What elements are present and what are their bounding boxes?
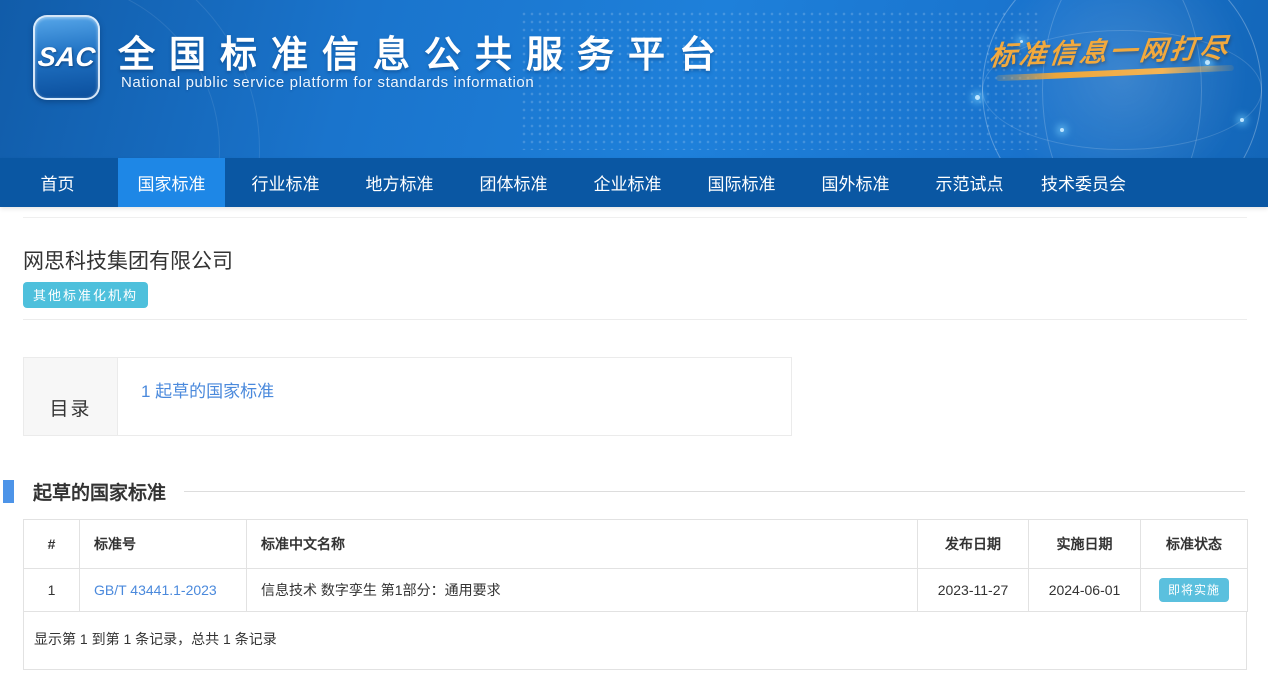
- section-title: 起草的国家标准: [33, 478, 166, 505]
- glow-dot: [975, 95, 980, 100]
- catalog-panel: 目录 1 起草的国家标准: [23, 357, 792, 436]
- col-header-index: #: [24, 520, 80, 569]
- glow-dot: [1060, 128, 1064, 132]
- header-divider: [23, 319, 1247, 320]
- standards-table: # 标准号 标准中文名称 发布日期 实施日期 标准状态 1 GB/T 43441…: [23, 519, 1248, 612]
- nav-item-national-standards[interactable]: 国家标准: [118, 158, 225, 207]
- col-header-chinese-name: 标准中文名称: [247, 520, 918, 569]
- nav-item-technical-committees[interactable]: 技术委员会: [1030, 158, 1137, 207]
- catalog-label: 目录: [49, 394, 91, 421]
- sac-logo[interactable]: SAC: [33, 15, 100, 100]
- nav-item-home[interactable]: 首页: [4, 158, 111, 207]
- main-nav: 首页 国家标准 行业标准 地方标准 团体标准 企业标准 国际标准 国外标准 示范…: [0, 158, 1268, 207]
- standard-number-link[interactable]: GB/T 43441.1-2023: [94, 582, 217, 598]
- catalog-label-cell: 目录: [24, 358, 118, 435]
- row-index: 1: [24, 569, 80, 612]
- row-chinese-name: 信息技术 数字孪生 第1部分：通用要求: [247, 569, 918, 612]
- nav-item-local-standards[interactable]: 地方标准: [346, 158, 453, 207]
- section-header: 起草的国家标准: [23, 480, 1247, 503]
- status-badge: 即将实施: [1159, 578, 1229, 602]
- glow-dot: [1240, 118, 1244, 122]
- site-subtitle: National public service platform for sta…: [121, 74, 534, 91]
- table-header-row: # 标准号 标准中文名称 发布日期 实施日期 标准状态: [24, 520, 1248, 569]
- catalog-links: 1 起草的国家标准: [118, 358, 791, 435]
- site-header: SAC 全国标准信息公共服务平台 National public service…: [0, 0, 1268, 158]
- nav-item-industry-standards[interactable]: 行业标准: [232, 158, 339, 207]
- nav-item-foreign-standards[interactable]: 国外标准: [802, 158, 909, 207]
- organization-name: 网思科技集团有限公司: [23, 245, 1247, 275]
- nav-item-enterprise-standards[interactable]: 企业标准: [574, 158, 681, 207]
- top-hairline: [23, 217, 1247, 218]
- nav-item-international-standards[interactable]: 国际标准: [688, 158, 795, 207]
- sac-logo-text: SAC: [36, 42, 96, 73]
- records-summary: 显示第 1 到第 1 条记录，总共 1 条记录: [23, 612, 1247, 670]
- row-implement-date: 2024-06-01: [1029, 569, 1141, 612]
- organization-type-badge: 其他标准化机构: [23, 282, 148, 308]
- row-standard-number: GB/T 43441.1-2023: [80, 569, 247, 612]
- section-accent-bar: [3, 480, 14, 503]
- site-title: 全国标准信息公共服务平台: [118, 24, 730, 78]
- col-header-standard-number: 标准号: [80, 520, 247, 569]
- row-publish-date: 2023-11-27: [918, 569, 1029, 612]
- section-rule-line: [184, 491, 1245, 492]
- main-content: 网思科技集团有限公司 其他标准化机构 目录 1 起草的国家标准 起草的国家标准 …: [23, 217, 1247, 670]
- row-status: 即将实施: [1141, 569, 1248, 612]
- standards-table-wrap: # 标准号 标准中文名称 发布日期 实施日期 标准状态 1 GB/T 43441…: [23, 519, 1247, 670]
- catalog-link-drafted-standards[interactable]: 1 起草的国家标准: [141, 382, 274, 401]
- col-header-status: 标准状态: [1141, 520, 1248, 569]
- col-header-publish-date: 发布日期: [918, 520, 1029, 569]
- nav-item-pilot-programs[interactable]: 示范试点: [916, 158, 1023, 207]
- col-header-implement-date: 实施日期: [1029, 520, 1141, 569]
- nav-item-group-standards[interactable]: 团体标准: [460, 158, 567, 207]
- table-row: 1 GB/T 43441.1-2023 信息技术 数字孪生 第1部分：通用要求 …: [24, 569, 1248, 612]
